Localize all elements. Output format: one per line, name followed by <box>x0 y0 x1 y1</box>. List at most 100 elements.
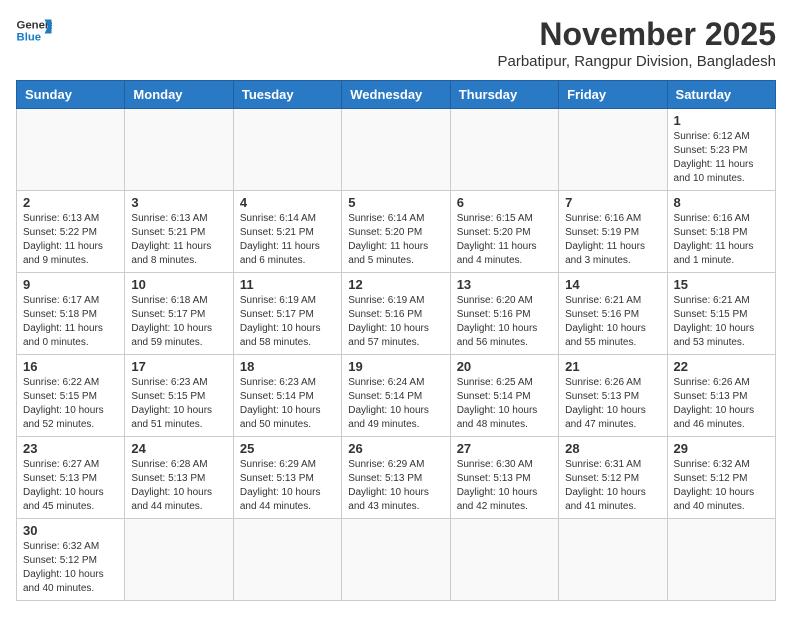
weekday-header-row: SundayMondayTuesdayWednesdayThursdayFrid… <box>17 81 776 109</box>
day-number: 17 <box>131 359 226 374</box>
calendar-cell: 7 Sunrise: 6:16 AM Sunset: 5:19 PM Daylig… <box>559 191 667 273</box>
day-info: Sunrise: 6:27 AM Sunset: 5:13 PM Dayligh… <box>23 458 118 514</box>
day-number: 19 <box>348 359 443 374</box>
day-number: 3 <box>131 195 226 210</box>
calendar-cell: 5Sunrise: 6:14 AM Sunset: 5:20 PM Daylig… <box>342 191 450 273</box>
calendar-cell <box>450 519 558 601</box>
calendar-cell: 24Sunrise: 6:28 AM Sunset: 5:13 PM Dayli… <box>125 437 233 519</box>
calendar-cell <box>233 519 341 601</box>
day-number: 20 <box>457 359 552 374</box>
day-number: 23 <box>23 441 118 456</box>
weekday-header-wednesday: Wednesday <box>342 81 450 109</box>
day-number: 6 <box>457 195 552 210</box>
day-number: 10 <box>131 277 226 292</box>
day-info: Sunrise: 6:14 AM Sunset: 5:21 PM Dayligh… <box>240 212 335 268</box>
logo-icon: General Blue <box>16 16 52 44</box>
day-info: Sunrise: 6:29 AM Sunset: 5:13 PM Dayligh… <box>240 458 335 514</box>
week-row-4: 16 Sunrise: 6:22 AM Sunset: 5:15 PM Dayli… <box>17 355 776 437</box>
calendar-cell: 6Sunrise: 6:15 AM Sunset: 5:20 PM Daylig… <box>450 191 558 273</box>
calendar-cell: 22 Sunrise: 6:26 AM Sunset: 5:13 PM Dayli… <box>667 355 775 437</box>
day-number: 13 <box>457 277 552 292</box>
calendar-cell: 16 Sunrise: 6:22 AM Sunset: 5:15 PM Dayli… <box>17 355 125 437</box>
day-info: Sunrise: 6:24 AM Sunset: 5:14 PM Dayligh… <box>348 376 443 432</box>
day-info: Sunrise: 6:32 AM Sunset: 5:12 PM Dayligh… <box>674 458 769 514</box>
calendar-cell: 11Sunrise: 6:19 AM Sunset: 5:17 PM Dayli… <box>233 273 341 355</box>
day-number: 9 <box>23 277 118 292</box>
header: General Blue November 2025 Parbatipur, R… <box>16 16 776 70</box>
day-info: Sunrise: 6:26 AM Sunset: 5:13 PM Dayligh… <box>565 376 660 432</box>
calendar-cell: 27 Sunrise: 6:30 AM Sunset: 5:13 PM Dayli… <box>450 437 558 519</box>
calendar-cell: 25Sunrise: 6:29 AM Sunset: 5:13 PM Dayli… <box>233 437 341 519</box>
day-info: Sunrise: 6:25 AM Sunset: 5:14 PM Dayligh… <box>457 376 552 432</box>
calendar-cell: 19 Sunrise: 6:24 AM Sunset: 5:14 PM Dayli… <box>342 355 450 437</box>
calendar-cell: 23 Sunrise: 6:27 AM Sunset: 5:13 PM Dayli… <box>17 437 125 519</box>
calendar-cell: 10 Sunrise: 6:18 AM Sunset: 5:17 PM Dayli… <box>125 273 233 355</box>
day-number: 14 <box>565 277 660 292</box>
day-info: Sunrise: 6:17 AM Sunset: 5:18 PM Dayligh… <box>23 294 118 350</box>
weekday-header-tuesday: Tuesday <box>233 81 341 109</box>
calendar-table: SundayMondayTuesdayWednesdayThursdayFrid… <box>16 80 776 601</box>
calendar-cell: 4Sunrise: 6:14 AM Sunset: 5:21 PM Daylig… <box>233 191 341 273</box>
day-number: 16 <box>23 359 118 374</box>
day-info: Sunrise: 6:21 AM Sunset: 5:16 PM Dayligh… <box>565 294 660 350</box>
calendar-cell: 28 Sunrise: 6:31 AM Sunset: 5:12 PM Dayli… <box>559 437 667 519</box>
day-number: 12 <box>348 277 443 292</box>
day-info: Sunrise: 6:29 AM Sunset: 5:13 PM Dayligh… <box>348 458 443 514</box>
svg-text:Blue: Blue <box>17 32 42 44</box>
week-row-3: 9 Sunrise: 6:17 AM Sunset: 5:18 PM Daylig… <box>17 273 776 355</box>
calendar-cell: 1 Sunrise: 6:12 AM Sunset: 5:23 PM Daylig… <box>667 109 775 191</box>
day-info: Sunrise: 6:13 AM Sunset: 5:21 PM Dayligh… <box>131 212 226 268</box>
calendar-cell: 29 Sunrise: 6:32 AM Sunset: 5:12 PM Dayli… <box>667 437 775 519</box>
day-number: 5 <box>348 195 443 210</box>
day-info: Sunrise: 6:20 AM Sunset: 5:16 PM Dayligh… <box>457 294 552 350</box>
calendar-cell: 18 Sunrise: 6:23 AM Sunset: 5:14 PM Dayli… <box>233 355 341 437</box>
day-info: Sunrise: 6:23 AM Sunset: 5:14 PM Dayligh… <box>240 376 335 432</box>
month-year: November 2025 <box>497 16 776 53</box>
day-info: Sunrise: 6:13 AM Sunset: 5:22 PM Dayligh… <box>23 212 118 268</box>
weekday-header-sunday: Sunday <box>17 81 125 109</box>
day-number: 2 <box>23 195 118 210</box>
day-info: Sunrise: 6:16 AM Sunset: 5:19 PM Dayligh… <box>565 212 660 268</box>
day-info: Sunrise: 6:23 AM Sunset: 5:15 PM Dayligh… <box>131 376 226 432</box>
calendar-cell: 14 Sunrise: 6:21 AM Sunset: 5:16 PM Dayli… <box>559 273 667 355</box>
day-number: 24 <box>131 441 226 456</box>
calendar-cell: 20 Sunrise: 6:25 AM Sunset: 5:14 PM Dayli… <box>450 355 558 437</box>
calendar-cell <box>559 109 667 191</box>
calendar-cell: 12Sunrise: 6:19 AM Sunset: 5:16 PM Dayli… <box>342 273 450 355</box>
day-number: 7 <box>565 195 660 210</box>
calendar-cell: 3 Sunrise: 6:13 AM Sunset: 5:21 PM Daylig… <box>125 191 233 273</box>
title-area: November 2025 Parbatipur, Rangpur Divisi… <box>497 16 776 70</box>
day-info: Sunrise: 6:12 AM Sunset: 5:23 PM Dayligh… <box>674 130 769 186</box>
day-number: 27 <box>457 441 552 456</box>
day-number: 1 <box>674 113 769 128</box>
day-info: Sunrise: 6:30 AM Sunset: 5:13 PM Dayligh… <box>457 458 552 514</box>
day-number: 30 <box>23 523 118 538</box>
day-info: Sunrise: 6:26 AM Sunset: 5:13 PM Dayligh… <box>674 376 769 432</box>
day-info: Sunrise: 6:22 AM Sunset: 5:15 PM Dayligh… <box>23 376 118 432</box>
calendar-cell: 2 Sunrise: 6:13 AM Sunset: 5:22 PM Daylig… <box>17 191 125 273</box>
calendar-cell <box>667 519 775 601</box>
calendar-cell <box>450 109 558 191</box>
week-row-6: 30Sunrise: 6:32 AM Sunset: 5:12 PM Dayli… <box>17 519 776 601</box>
day-number: 15 <box>674 277 769 292</box>
calendar-cell: 13 Sunrise: 6:20 AM Sunset: 5:16 PM Dayli… <box>450 273 558 355</box>
day-info: Sunrise: 6:16 AM Sunset: 5:18 PM Dayligh… <box>674 212 769 268</box>
logo: General Blue <box>16 16 52 44</box>
calendar-cell <box>233 109 341 191</box>
day-number: 28 <box>565 441 660 456</box>
day-number: 29 <box>674 441 769 456</box>
calendar-cell: 15Sunrise: 6:21 AM Sunset: 5:15 PM Dayli… <box>667 273 775 355</box>
day-info: Sunrise: 6:31 AM Sunset: 5:12 PM Dayligh… <box>565 458 660 514</box>
day-number: 26 <box>348 441 443 456</box>
calendar-cell: 26 Sunrise: 6:29 AM Sunset: 5:13 PM Dayli… <box>342 437 450 519</box>
calendar-cell: 17 Sunrise: 6:23 AM Sunset: 5:15 PM Dayli… <box>125 355 233 437</box>
calendar-cell: 9 Sunrise: 6:17 AM Sunset: 5:18 PM Daylig… <box>17 273 125 355</box>
calendar-cell <box>125 109 233 191</box>
day-number: 22 <box>674 359 769 374</box>
location: Parbatipur, Rangpur Division, Bangladesh <box>497 53 776 70</box>
day-info: Sunrise: 6:18 AM Sunset: 5:17 PM Dayligh… <box>131 294 226 350</box>
day-number: 18 <box>240 359 335 374</box>
weekday-header-saturday: Saturday <box>667 81 775 109</box>
weekday-header-monday: Monday <box>125 81 233 109</box>
calendar-cell <box>342 519 450 601</box>
